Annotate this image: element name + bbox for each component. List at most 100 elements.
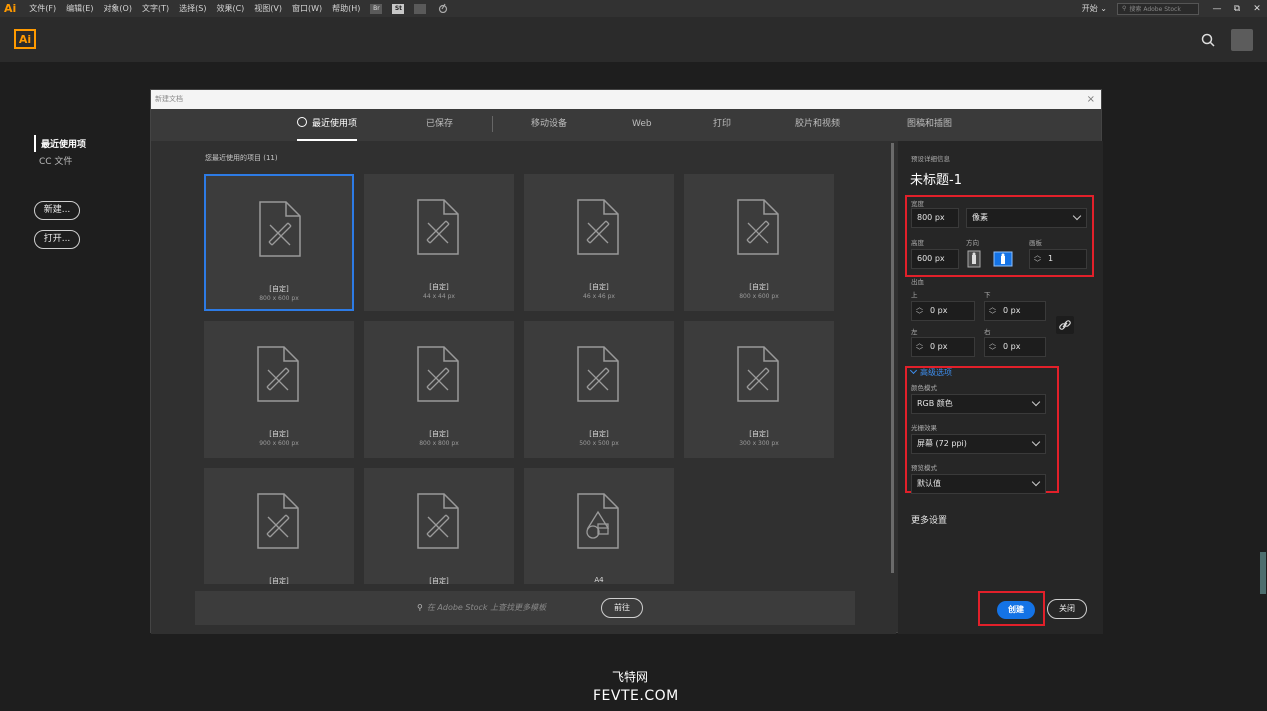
watermark-en: FEVTE.COM [593, 688, 679, 704]
open-button[interactable]: 打开... [34, 230, 80, 249]
minimize-button[interactable]: — [1207, 3, 1227, 15]
document-tools-icon [737, 346, 779, 402]
color-mode-select[interactable]: RGB 颜色 [911, 394, 1046, 414]
create-button[interactable]: 创建 [997, 601, 1035, 619]
bleed-label: 出血 [911, 278, 924, 286]
raster-effects-label: 光栅效果 [911, 424, 937, 432]
stock-icon[interactable]: St [392, 3, 405, 14]
restore-button[interactable]: ⧉ [1227, 3, 1247, 15]
close-window-button[interactable]: ✕ [1247, 3, 1267, 15]
preset-card[interactable]: [自定] 300 x 300 px [684, 321, 834, 458]
tab-saved[interactable]: 已保存 [426, 109, 453, 141]
tab-print[interactable]: 打印 [713, 109, 731, 141]
preset-size: 800 x 600 px [739, 293, 779, 300]
stepper-icon[interactable]: ︿ ﹀ [916, 303, 923, 319]
bridge-icon[interactable]: Br [370, 3, 383, 14]
stepper-icon[interactable]: ︿ ﹀ [989, 303, 996, 319]
menu-type[interactable]: 文字(T) [137, 3, 174, 14]
link-icon[interactable] [1056, 316, 1074, 334]
side-panel-tab[interactable] [1260, 552, 1266, 594]
preset-details-header: 预设详细信息 [911, 155, 950, 163]
advanced-options-label: 高级选项 [920, 368, 952, 377]
artboards-value: 1 [1048, 254, 1054, 263]
raster-effects-select[interactable]: 屏幕 (72 ppi) [911, 434, 1046, 454]
close-icon[interactable]: × [1087, 90, 1095, 109]
preset-card[interactable]: [自定] [364, 468, 514, 584]
tab-divider [492, 116, 493, 132]
height-label: 高度 [911, 239, 924, 247]
menu-file[interactable]: 文件(F) [24, 3, 61, 14]
nav-cc-files[interactable]: CC 文件 [34, 152, 134, 169]
menu-object[interactable]: 对象(O) [98, 3, 137, 14]
preset-title: [自定] [429, 283, 449, 291]
nav-recent[interactable]: 最近使用项 [34, 135, 134, 152]
menu-select[interactable]: 选择(S) [174, 3, 211, 14]
chevron-down-icon [1031, 437, 1041, 447]
preset-title: [自定] [589, 283, 609, 291]
go-button[interactable]: 前往 [601, 598, 643, 618]
height-field[interactable]: 600 px [911, 249, 959, 269]
bleed-top-field[interactable]: ︿ ﹀ 0 px [911, 301, 975, 321]
width-field[interactable]: 800 px [911, 208, 959, 228]
new-button[interactable]: 新建... [34, 201, 80, 220]
preset-size: 44 x 44 px [423, 293, 455, 300]
stock-search-placeholder: 搜索 Adobe Stock [1129, 6, 1181, 13]
preset-card[interactable]: [自定] 44 x 44 px [364, 174, 514, 311]
menu-window[interactable]: 窗口(W) [287, 3, 327, 14]
preset-size: 800 x 800 px [419, 440, 459, 447]
bleed-left-field[interactable]: ︿ ﹀ 0 px [911, 337, 975, 357]
dialog-titlebar: 新建文档 × [151, 90, 1101, 109]
more-settings-link[interactable]: 更多设置 [911, 513, 947, 526]
artboards-field[interactable]: ︿ ﹀ 1 [1029, 249, 1087, 269]
menu-help[interactable]: 帮助(H) [327, 3, 365, 14]
bleed-top-value: 0 px [930, 306, 948, 315]
preset-title: [自定] [269, 285, 289, 293]
tab-mobile[interactable]: 移动设备 [531, 109, 567, 141]
preset-card[interactable]: A4 [524, 468, 674, 584]
preset-card[interactable]: [自定] 900 x 600 px [204, 321, 354, 458]
preset-size: 900 x 600 px [259, 440, 299, 447]
stepper-icon[interactable]: ︿ ﹀ [989, 339, 996, 355]
preset-card[interactable]: [自定] 800 x 600 px [204, 174, 354, 311]
preset-card[interactable]: [自定] 800 x 800 px [364, 321, 514, 458]
tab-recent-label: 最近使用项 [312, 119, 358, 129]
preset-card[interactable]: [自定] [204, 468, 354, 584]
menu-edit[interactable]: 编辑(E) [61, 3, 98, 14]
menu-effect[interactable]: 效果(C) [211, 3, 249, 14]
document-name[interactable]: 未标题-1 [910, 169, 962, 188]
preview-mode-select[interactable]: 默认值 [911, 474, 1046, 494]
gpu-icon[interactable] [437, 3, 449, 15]
preset-card[interactable]: [自定] 46 x 46 px [524, 174, 674, 311]
document-tools-icon [257, 346, 299, 402]
document-tools-icon [577, 199, 619, 255]
preset-size: 46 x 46 px [583, 293, 615, 300]
menu-view[interactable]: 视图(V) [249, 3, 287, 14]
portrait-orientation-icon[interactable] [967, 250, 981, 268]
bleed-right-field[interactable]: ︿ ﹀ 0 px [984, 337, 1046, 357]
bleed-bottom-label: 下 [984, 291, 991, 299]
tab-art-illustration[interactable]: 图稿和插图 [907, 109, 952, 141]
stepper-icon[interactable]: ︿ ﹀ [1034, 251, 1041, 267]
unit-value: 像素 [972, 213, 988, 222]
preset-card[interactable]: [自定] 500 x 500 px [524, 321, 674, 458]
landscape-orientation-icon[interactable] [993, 250, 1013, 268]
tab-web[interactable]: Web [632, 109, 652, 141]
recent-items-label: 您最近使用的项目 (11) [205, 154, 278, 162]
stock-search-input[interactable]: ⚲ 搜索 Adobe Stock [1117, 2, 1199, 15]
bleed-bottom-field[interactable]: ︿ ﹀ 0 px [984, 301, 1046, 321]
advanced-options-toggle[interactable]: 高级选项 [909, 366, 952, 378]
clock-icon [297, 117, 307, 127]
close-button[interactable]: 关闭 [1047, 599, 1087, 619]
unit-select[interactable]: 像素 [966, 208, 1087, 228]
app-header: Ai [0, 17, 1267, 62]
account-avatar[interactable] [1231, 29, 1253, 51]
tab-film-video[interactable]: 胶片和视频 [795, 109, 840, 141]
workspace-switcher[interactable]: 开始 ⌄ [1072, 3, 1117, 14]
grid-scrollbar-thumb[interactable] [891, 143, 894, 573]
preset-card[interactable]: [自定] 800 x 600 px [684, 174, 834, 311]
search-icon[interactable] [1201, 33, 1215, 47]
stepper-icon[interactable]: ︿ ﹀ [916, 339, 923, 355]
workspace-layout-icon[interactable] [414, 3, 427, 14]
tab-recent[interactable]: 最近使用项 [297, 109, 358, 141]
stock-template-search[interactable]: ⚲ 在 Adobe Stock 上查找更多模板 [417, 602, 546, 613]
